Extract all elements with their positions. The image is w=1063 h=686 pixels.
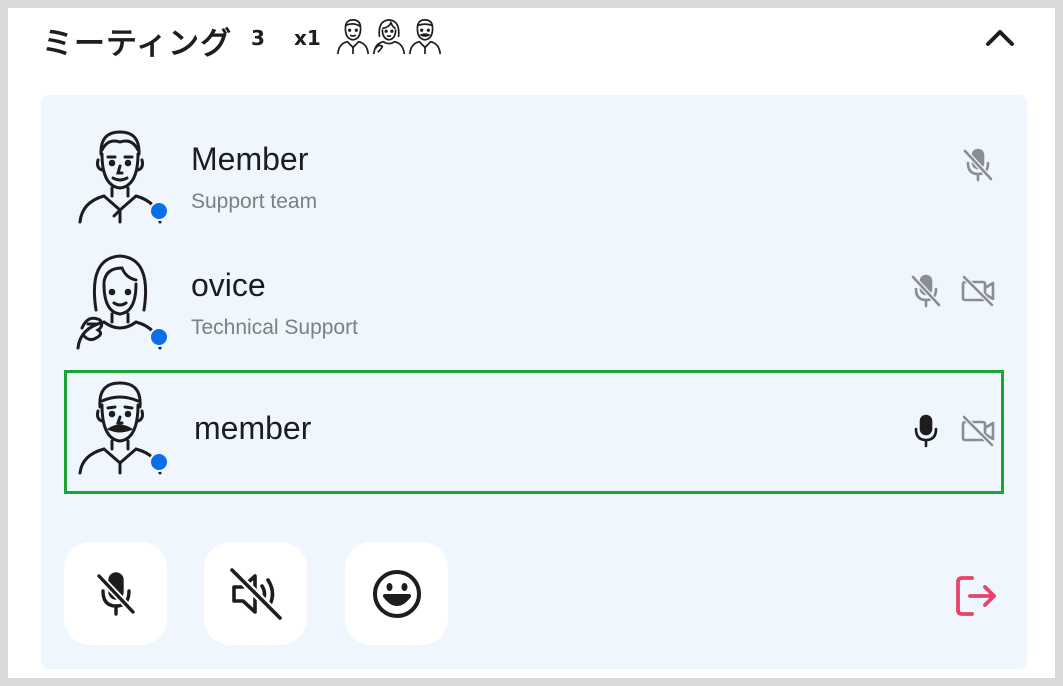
mic-off-icon: [95, 571, 136, 616]
meeting-title: ミーティング: [42, 26, 233, 62]
online-status-dot: [149, 327, 169, 347]
speaker-toggle-button[interactable]: [204, 542, 307, 645]
leave-icon: [956, 576, 996, 616]
member-role: Support team: [191, 190, 318, 213]
reaction-button[interactable]: [345, 542, 448, 645]
camera-off-icon: [961, 414, 995, 448]
collapse-button[interactable]: [980, 22, 1020, 54]
avatar: [74, 250, 169, 350]
member-row-active[interactable]: member: [64, 370, 1004, 494]
camera-off-icon: [961, 274, 995, 308]
speed-multiplier: x1: [294, 26, 321, 50]
chevron-up-icon: [986, 30, 1014, 46]
member-role: Technical Support: [191, 316, 358, 339]
mic-toggle-button[interactable]: [64, 542, 167, 645]
online-status-dot: [149, 201, 169, 221]
meeting-panel: ミーティング 3 x1 Member Support team ovice Te…: [8, 8, 1055, 678]
member-row[interactable]: Member Support team: [64, 119, 1004, 243]
mic-muted-icon: [962, 148, 994, 182]
member-name: ovice: [191, 267, 266, 303]
member-list-card: Member Support team ovice Technical Supp…: [41, 95, 1027, 669]
leave-button[interactable]: [952, 572, 1000, 620]
mic-on-icon: [914, 414, 938, 448]
online-status-dot: [149, 452, 169, 472]
participant-avatars: [334, 16, 442, 56]
man-avatar-icon: [336, 18, 370, 55]
mustache-man-avatar-icon: [408, 18, 442, 55]
woman-avatar-icon: [372, 18, 406, 55]
member-name: Member: [191, 141, 309, 177]
mic-muted-icon: [910, 274, 942, 308]
member-name: member: [194, 410, 312, 446]
speaker-off-icon: [227, 565, 284, 622]
member-row[interactable]: ovice Technical Support: [64, 245, 1004, 369]
smiley-icon: [372, 569, 421, 618]
avatar: [74, 124, 169, 224]
participant-count: 3: [251, 26, 265, 50]
avatar: [74, 375, 169, 475]
meeting-header: ミーティング 3 x1: [8, 8, 1055, 72]
